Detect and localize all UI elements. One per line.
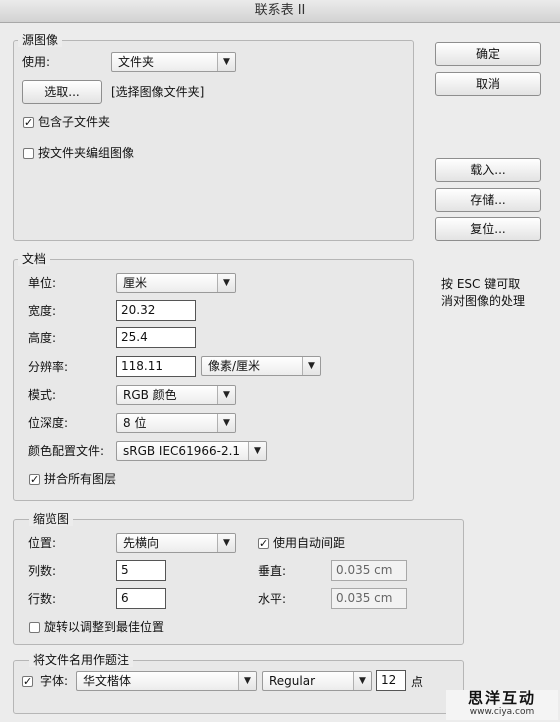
font-label: 字体: [40, 674, 69, 688]
include-subfolders-checkbox[interactable]: ✓ [23, 117, 34, 128]
columns-input[interactable]: 5 [116, 560, 166, 581]
height-input[interactable]: 25.4 [116, 327, 196, 348]
include-subfolders-label: 包含子文件夹 [38, 115, 111, 129]
rows-label: 行数: [28, 592, 57, 606]
resolution-input[interactable]: 118.11 [116, 356, 196, 377]
rows-input[interactable]: 6 [116, 588, 166, 609]
esc-hint-line2: 消对图像的处理 [441, 294, 526, 308]
document-group [13, 259, 414, 501]
width-input[interactable]: 20.32 [116, 300, 196, 321]
chevron-down-icon: ▼ [302, 357, 320, 375]
chevron-down-icon: ▼ [238, 672, 256, 690]
rotate-checkbox[interactable] [29, 622, 40, 633]
caption-enable-checkbox[interactable]: ✓ [22, 676, 33, 687]
color-profile-label: 颜色配置文件: [28, 444, 105, 458]
horizontal-label: 水平: [258, 592, 287, 606]
chevron-down-icon: ▼ [217, 53, 235, 71]
watermark-sub: www.ciya.com [469, 707, 535, 717]
chevron-down-icon: ▼ [217, 274, 235, 292]
flatten-layers-label: 拼合所有图层 [44, 472, 117, 486]
bit-depth-value: 8 位 [123, 416, 147, 430]
vertical-input[interactable]: 0.035 cm [331, 560, 407, 581]
resolution-label: 分辨率: [28, 360, 69, 374]
mode-label: 模式: [28, 388, 57, 402]
chevron-down-icon: ▼ [353, 672, 371, 690]
choose-hint: [选择图像文件夹] [111, 85, 205, 99]
use-select[interactable]: 文件夹 ▼ [111, 52, 236, 72]
use-select-value: 文件夹 [118, 55, 155, 69]
resolution-unit-select[interactable]: 像素/厘米 ▼ [201, 356, 321, 376]
save-button[interactable]: 存储... [435, 188, 541, 212]
auto-spacing-checkbox[interactable]: ✓ [258, 538, 269, 549]
group-by-folder-checkbox[interactable] [23, 148, 34, 159]
unit-select[interactable]: 厘米 ▼ [116, 273, 236, 293]
reset-button[interactable]: 复位... [435, 217, 541, 241]
watermark-main: 思洋互动 [467, 689, 536, 707]
chevron-down-icon: ▼ [217, 414, 235, 432]
color-profile-select[interactable]: sRGB IEC61966-2.1 ▼ [116, 441, 267, 461]
thumbnails-legend: 缩览图 [29, 512, 74, 526]
choose-button[interactable]: 选取... [22, 80, 102, 104]
horizontal-input[interactable]: 0.035 cm [331, 588, 407, 609]
source-image-legend: 源图像 [18, 33, 63, 47]
watermark-logo: 思洋互动 www.ciya.com [446, 690, 558, 720]
font-style-select[interactable]: Regular ▼ [262, 671, 372, 691]
chevron-down-icon: ▼ [217, 386, 235, 404]
place-select-value: 先横向 [123, 536, 160, 550]
mode-select-value: RGB 颜色 [123, 388, 177, 402]
unit-select-value: 厘米 [123, 276, 148, 290]
bit-depth-label: 位深度: [28, 416, 69, 430]
place-label: 位置: [28, 536, 57, 550]
font-size-unit: 点 [411, 675, 424, 689]
vertical-label: 垂直: [258, 564, 287, 578]
auto-spacing-label: 使用自动间距 [273, 536, 346, 550]
document-legend: 文档 [18, 252, 51, 266]
caption-legend: 将文件名用作题注 [29, 653, 134, 667]
rotate-label: 旋转以调整到最佳位置 [44, 620, 165, 634]
width-label: 宽度: [28, 304, 57, 318]
columns-label: 列数: [28, 564, 57, 578]
chevron-down-icon: ▼ [217, 534, 235, 552]
chevron-down-icon: ▼ [248, 442, 266, 460]
esc-hint-line1: 按 ESC 键可取 [441, 277, 521, 291]
ok-button[interactable]: 确定 [435, 42, 541, 66]
font-style-value: Regular [269, 674, 316, 688]
cancel-button[interactable]: 取消 [435, 72, 541, 96]
font-select[interactable]: 华文楷体 ▼ [76, 671, 257, 691]
resolution-unit-value: 像素/厘米 [208, 359, 261, 373]
font-select-value: 华文楷体 [83, 674, 132, 688]
window-title-bar: 联系表 II [0, 0, 560, 23]
group-by-folder-label: 按文件夹编组图像 [38, 146, 135, 160]
bit-depth-select[interactable]: 8 位 ▼ [116, 413, 236, 433]
font-size-input[interactable]: 12 [376, 670, 406, 691]
unit-label: 单位: [28, 276, 57, 290]
height-label: 高度: [28, 331, 57, 345]
flatten-layers-checkbox[interactable]: ✓ [29, 474, 40, 485]
color-profile-value: sRGB IEC61966-2.1 [123, 444, 241, 458]
use-label: 使用: [22, 55, 51, 69]
place-select[interactable]: 先横向 ▼ [116, 533, 236, 553]
mode-select[interactable]: RGB 颜色 ▼ [116, 385, 236, 405]
load-button[interactable]: 载入... [435, 158, 541, 182]
window-title: 联系表 II [254, 3, 306, 18]
